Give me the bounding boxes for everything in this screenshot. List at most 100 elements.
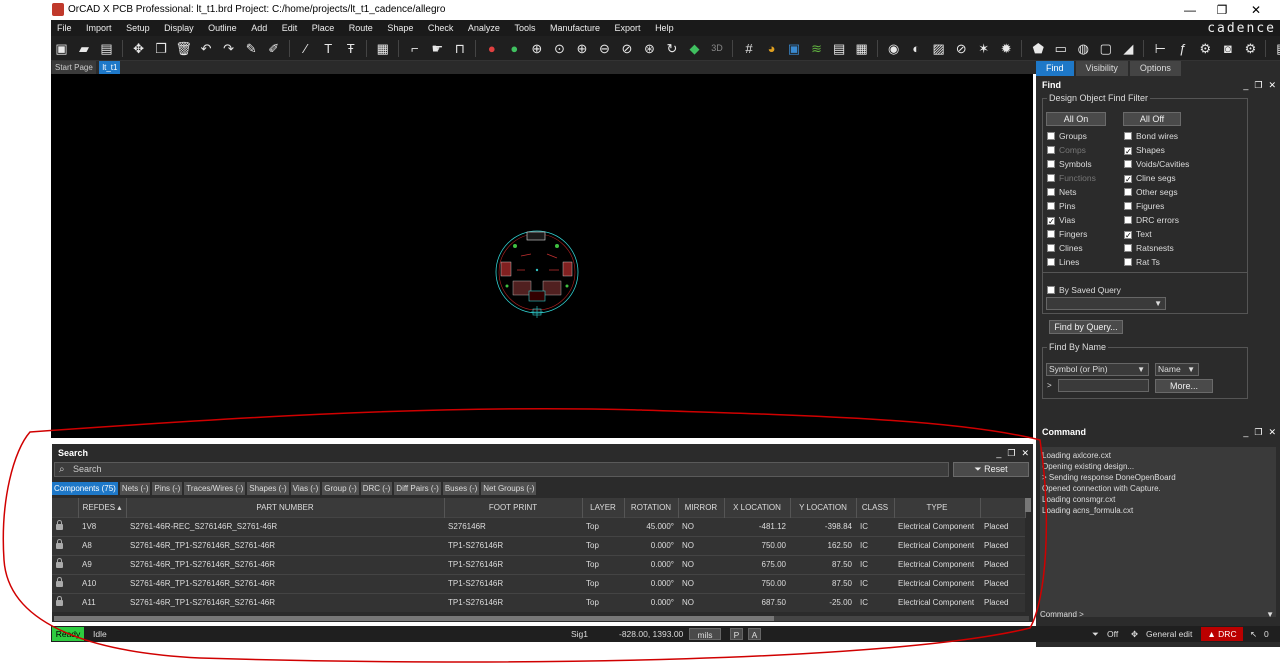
measure-icon[interactable]: ◐ <box>908 40 925 57</box>
tab-lt-t1[interactable]: lt_t1 <box>99 61 121 74</box>
filter-bond-wires-checkbox[interactable]: Bond wires <box>1124 131 1178 141</box>
menu-check[interactable]: Check <box>422 20 460 36</box>
p-button[interactable]: P <box>730 628 743 640</box>
slide-icon[interactable]: ☛ <box>429 40 446 57</box>
tab-buses[interactable]: Buses (-) <box>442 482 480 495</box>
col-y-location[interactable]: Y LOCATION <box>790 498 857 517</box>
menu-help[interactable]: Help <box>649 20 680 36</box>
tab-traces-wires[interactable]: Traces/Wires (-) <box>184 482 246 495</box>
layer-visibility-icon[interactable]: ≋ <box>808 40 825 57</box>
delay-tune-icon[interactable]: ⊓ <box>451 40 468 57</box>
a-button[interactable]: A <box>748 628 761 640</box>
document-icon[interactable]: ▤ <box>1274 40 1280 57</box>
menu-shape[interactable]: Shape <box>381 20 419 36</box>
vertical-scrollbar[interactable] <box>1025 498 1031 512</box>
filter-symbols-checkbox[interactable]: Symbols <box>1047 159 1092 169</box>
filter-text-checkbox[interactable]: ✓ Text <box>1124 229 1152 240</box>
unpin-icon[interactable]: ✐ <box>265 40 282 57</box>
spreadsheet-icon[interactable]: ▦ <box>853 40 870 57</box>
tab-start-page[interactable]: Start Page <box>52 61 96 74</box>
lock-icon[interactable] <box>56 539 63 549</box>
menu-edit[interactable]: Edit <box>276 20 304 36</box>
col-layer[interactable]: LAYER <box>582 498 625 517</box>
col-refdes[interactable]: REFDES ▴ <box>78 498 127 517</box>
col-x-location[interactable]: X LOCATION <box>724 498 791 517</box>
menu-outline[interactable]: Outline <box>202 20 243 36</box>
dimension-icon[interactable]: ⊢ <box>1152 40 1169 57</box>
grid-toggle-icon[interactable]: # <box>741 40 758 57</box>
tab-group[interactable]: Group (-) <box>322 482 359 495</box>
filter-lines-checkbox[interactable]: Lines <box>1047 257 1079 267</box>
new-design-icon[interactable]: ▣ <box>53 40 70 57</box>
filter-shapes-checkbox[interactable]: ✓ Shapes <box>1124 145 1165 156</box>
maximize-button[interactable]: ❐ <box>1208 2 1236 18</box>
filter-rat-ts-checkbox[interactable]: Rat Ts <box>1124 257 1160 267</box>
menu-add[interactable]: Add <box>245 20 273 36</box>
shadow-mode-icon[interactable]: ▣ <box>786 40 803 57</box>
lock-icon[interactable] <box>56 558 63 568</box>
menu-display[interactable]: Display <box>158 20 200 36</box>
menu-place[interactable]: Place <box>306 20 341 36</box>
menu-manufacture[interactable]: Manufacture <box>544 20 606 36</box>
brightness-icon[interactable]: ✹ <box>998 40 1015 57</box>
constraints-icon[interactable]: ⚙ <box>1197 40 1214 57</box>
table-row[interactable]: A8 S2761-46R_TP1-S276146R_S2761-46R TP1-S2… <box>52 535 1025 555</box>
filter-groups-checkbox[interactable]: Groups <box>1047 131 1087 141</box>
function-icon[interactable]: ƒ <box>1174 40 1191 57</box>
units-button[interactable]: mils <box>689 628 721 640</box>
tab-components[interactable]: Components (75) <box>52 482 118 495</box>
zoom-fit-icon[interactable]: ⊙ <box>551 40 568 57</box>
filter-cline-segs-checkbox[interactable]: ✓ Cline segs <box>1124 173 1176 184</box>
saved-query-select[interactable]: ▼ <box>1046 297 1166 310</box>
edit-text-icon[interactable]: Ŧ <box>342 40 359 57</box>
settings-icon[interactable]: ⚙ <box>1242 40 1259 57</box>
add-text-icon[interactable]: T <box>320 40 337 57</box>
table-row[interactable]: A11 S2761-46R_TP1-S276146R_S2761-46R TP1-S… <box>52 592 1025 612</box>
3d-view-icon[interactable]: ◆ <box>686 40 703 57</box>
open-folder-icon[interactable]: ▰ <box>76 40 93 57</box>
add-shape-icon[interactable]: ⬟ <box>1030 40 1047 57</box>
3d-label-icon[interactable]: 3D <box>709 40 726 57</box>
refresh-icon[interactable]: ● <box>506 40 523 57</box>
minimize-button[interactable]: — <box>1176 2 1204 18</box>
add-line-icon[interactable]: ⁄ <box>297 40 314 57</box>
horizontal-scrollbar[interactable] <box>54 616 1029 621</box>
name-mode-select[interactable]: Name ▼ <box>1155 363 1199 376</box>
edit-mode[interactable]: General edit <box>1146 626 1192 642</box>
lock-icon[interactable] <box>56 520 63 530</box>
assign-color-icon[interactable]: ▨ <box>930 40 947 57</box>
zoom-points-icon[interactable]: ⊕ <box>528 40 545 57</box>
tab-shapes[interactable]: Shapes (-) <box>247 482 289 495</box>
table-row[interactable]: 1V8 S2761-46R-REC_S276146R_S2761-46R S2761… <box>52 516 1025 536</box>
filter-comps-checkbox[interactable]: Comps <box>1047 145 1086 155</box>
table-row[interactable]: A9 S2761-46R_TP1-S276146R_S2761-46R TP1-S2… <box>52 554 1025 574</box>
highlight-icon[interactable]: ✶ <box>975 40 992 57</box>
chevron-down-icon[interactable]: ▼ <box>1266 609 1274 621</box>
tab-diff-pairs[interactable]: Diff Pairs (-) <box>394 482 441 495</box>
tab-options[interactable]: Options <box>1129 61 1181 76</box>
tab-vias[interactable]: Vias (-) <box>290 482 321 495</box>
zoom-out-icon[interactable]: ⊖ <box>596 40 613 57</box>
active-layer[interactable]: Sig1 <box>571 626 588 642</box>
col-type[interactable]: TYPE <box>894 498 981 517</box>
redo-icon[interactable]: ↷ <box>220 40 237 57</box>
filter-icon[interactable]: ⏷ <box>1092 626 1099 642</box>
col-rotation[interactable]: ROTATION <box>624 498 679 517</box>
more-button[interactable]: More... <box>1155 379 1213 393</box>
merge-shapes-icon[interactable]: ▢ <box>1097 40 1114 57</box>
panel-float-icon[interactable]: ❐ <box>1007 448 1015 458</box>
col-mirror[interactable]: MIRROR <box>678 498 725 517</box>
place-component-icon[interactable]: ▦ <box>374 40 391 57</box>
filter-vias-checkbox[interactable]: ✓ Vias <box>1047 215 1075 226</box>
col-part-number[interactable]: PART NUMBER <box>126 498 445 517</box>
menu-import[interactable]: Import <box>80 20 118 36</box>
menu-analyze[interactable]: Analyze <box>462 20 506 36</box>
zoom-world-icon[interactable]: ⊘ <box>618 40 635 57</box>
panel-close-icon[interactable]: ✕ <box>1021 448 1029 458</box>
find-by-query-button[interactable]: Find by Query... <box>1049 320 1123 334</box>
copy-icon[interactable]: ❐ <box>153 40 170 57</box>
show-element-icon[interactable]: ◉ <box>885 40 902 57</box>
tab-visibility[interactable]: Visibility <box>1075 61 1128 76</box>
filter-clines-checkbox[interactable]: Clines <box>1047 243 1083 253</box>
camera-icon[interactable]: ◙ <box>1219 40 1236 57</box>
